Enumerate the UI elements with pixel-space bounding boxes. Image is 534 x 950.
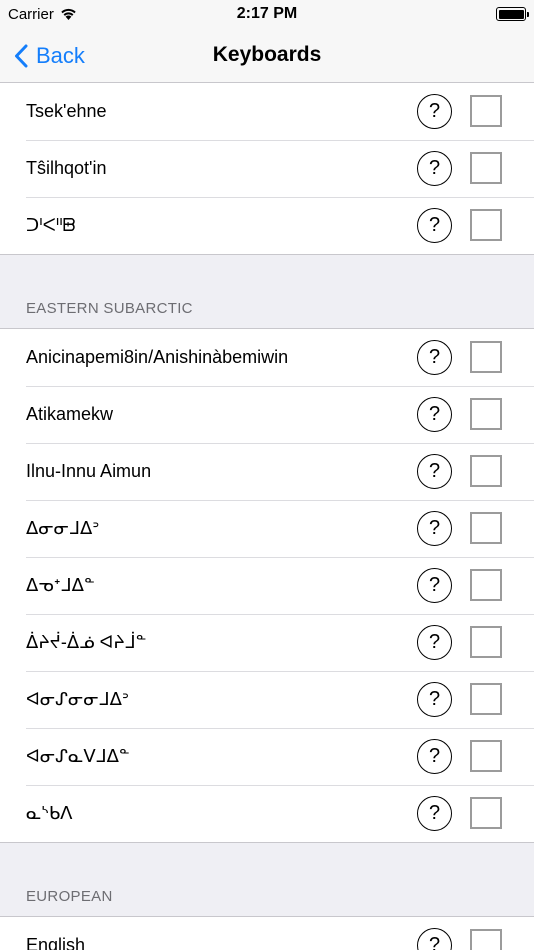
keyboard-list: Tsek'ehne ? Tŝilhqot'in ? ᑐᑊᐸᐦᗸ ? EASTER… bbox=[0, 83, 534, 950]
section-header-eastern-subarctic: EASTERN SUBARCTIC bbox=[26, 300, 193, 317]
help-button[interactable]: ? bbox=[417, 682, 452, 717]
question-icon: ? bbox=[428, 574, 441, 596]
keyboard-name: Tŝilhqot'in bbox=[26, 158, 107, 178]
status-bar: Carrier 2:17 PM bbox=[0, 0, 534, 28]
keyboard-name: English bbox=[26, 935, 86, 950]
keyboard-name: ᓇᔅᑲᐱ bbox=[26, 803, 73, 823]
keyboard-name: Anicinapemi8in/Anishinàbemiwin bbox=[26, 347, 289, 367]
keyboard-checkbox[interactable] bbox=[470, 455, 502, 487]
keyboard-name: ᐊᓂᔑᓇᐯᒧᐃᓐ bbox=[26, 746, 130, 766]
section-header-european: EUROPEAN bbox=[26, 888, 113, 905]
keyboard-name: ᐃᓀᐩᒧᐃᓐ bbox=[26, 575, 95, 595]
help-button[interactable]: ? bbox=[417, 208, 452, 243]
group-eastern-subarctic: Anicinapemi8in/Anishinàbemiwin ? Atikame… bbox=[0, 328, 534, 843]
list-item[interactable]: Anicinapemi8in/Anishinàbemiwin ? bbox=[0, 329, 534, 386]
help-button[interactable]: ? bbox=[417, 625, 452, 660]
keyboard-checkbox[interactable] bbox=[470, 740, 502, 772]
group-european: English ? bbox=[0, 916, 534, 950]
keyboard-name: Atikamekw bbox=[26, 404, 114, 424]
wifi-icon bbox=[61, 8, 76, 20]
question-icon: ? bbox=[428, 157, 441, 179]
question-icon: ? bbox=[428, 460, 441, 482]
keyboard-checkbox[interactable] bbox=[470, 626, 502, 658]
back-button[interactable]: Back bbox=[14, 28, 85, 83]
question-icon: ? bbox=[428, 100, 441, 122]
keyboard-name: ᐄᔨᔫ-ᐄᓅ ᐊᔨᒨᓐ bbox=[26, 632, 147, 652]
keyboard-checkbox[interactable] bbox=[470, 398, 502, 430]
keyboard-checkbox[interactable] bbox=[470, 797, 502, 829]
keyboard-name: Ilnu-Innu Aimun bbox=[26, 461, 152, 481]
help-button[interactable]: ? bbox=[417, 511, 452, 546]
question-icon: ? bbox=[428, 688, 441, 710]
navigation-bar: Back Keyboards bbox=[0, 28, 534, 83]
help-button[interactable]: ? bbox=[417, 454, 452, 489]
help-button[interactable]: ? bbox=[417, 568, 452, 603]
list-item[interactable]: Tŝilhqot'in ? bbox=[0, 140, 534, 197]
question-icon: ? bbox=[428, 214, 441, 236]
help-button[interactable]: ? bbox=[417, 796, 452, 831]
list-item[interactable]: ᐊᓂᔑᓇᐯᒧᐃᓐ ? bbox=[0, 728, 534, 785]
keyboard-checkbox[interactable] bbox=[470, 683, 502, 715]
chevron-left-icon bbox=[15, 44, 28, 67]
question-icon: ? bbox=[428, 346, 441, 368]
list-item[interactable]: Ilnu-Innu Aimun ? bbox=[0, 443, 534, 500]
keyboard-checkbox[interactable] bbox=[470, 512, 502, 544]
help-button[interactable]: ? bbox=[417, 340, 452, 375]
question-icon: ? bbox=[428, 517, 441, 539]
battery-level bbox=[498, 9, 524, 19]
keyboard-checkbox[interactable] bbox=[470, 569, 502, 601]
help-button[interactable]: ? bbox=[417, 151, 452, 186]
battery-icon bbox=[496, 7, 529, 21]
help-button[interactable]: ? bbox=[417, 94, 452, 129]
status-time: 2:17 PM bbox=[236, 5, 298, 22]
help-button[interactable]: ? bbox=[417, 397, 452, 432]
list-item[interactable]: English ? bbox=[0, 917, 534, 950]
carrier-label: Carrier bbox=[8, 5, 54, 23]
list-item[interactable]: ᐊᓂᔑᓂᓂᒧᐃᐣ ? bbox=[0, 671, 534, 728]
help-button[interactable]: ? bbox=[417, 928, 452, 950]
back-label: Back bbox=[36, 42, 85, 68]
keyboard-name: ᐃᓂᓂᒧᐃᐣ bbox=[26, 518, 100, 538]
list-item[interactable]: ᑐᑊᐸᐦᗸ ? bbox=[0, 197, 534, 254]
keyboard-checkbox[interactable] bbox=[470, 341, 502, 373]
keyboard-checkbox[interactable] bbox=[470, 209, 502, 241]
keyboard-checkbox[interactable] bbox=[470, 929, 502, 950]
list-item[interactable]: Tsek'ehne ? bbox=[0, 83, 534, 140]
question-icon: ? bbox=[428, 403, 441, 425]
list-item[interactable]: ᓇᔅᑲᐱ ? bbox=[0, 785, 534, 842]
group-top: Tsek'ehne ? Tŝilhqot'in ? ᑐᑊᐸᐦᗸ ? bbox=[0, 83, 534, 255]
keyboard-name: ᐊᓂᔑᓂᓂᒧᐃᐣ bbox=[26, 689, 130, 709]
question-icon: ? bbox=[428, 745, 441, 767]
keyboard-name: Tsek'ehne bbox=[26, 101, 107, 121]
status-left: Carrier bbox=[8, 6, 77, 23]
question-icon: ? bbox=[428, 631, 441, 653]
question-icon: ? bbox=[428, 802, 441, 824]
help-button[interactable]: ? bbox=[417, 739, 452, 774]
question-icon: ? bbox=[428, 934, 441, 950]
keyboard-checkbox[interactable] bbox=[470, 95, 502, 127]
list-item[interactable]: ᐃᓂᓂᒧᐃᐣ ? bbox=[0, 500, 534, 557]
list-item[interactable]: ᐄᔨᔫ-ᐄᓅ ᐊᔨᒨᓐ ? bbox=[0, 614, 534, 671]
list-item[interactable]: ᐃᓀᐩᒧᐃᓐ ? bbox=[0, 557, 534, 614]
keyboard-name: ᑐᑊᐸᐦᗸ bbox=[26, 215, 76, 235]
keyboard-checkbox[interactable] bbox=[470, 152, 502, 184]
list-item[interactable]: Atikamekw ? bbox=[0, 386, 534, 443]
